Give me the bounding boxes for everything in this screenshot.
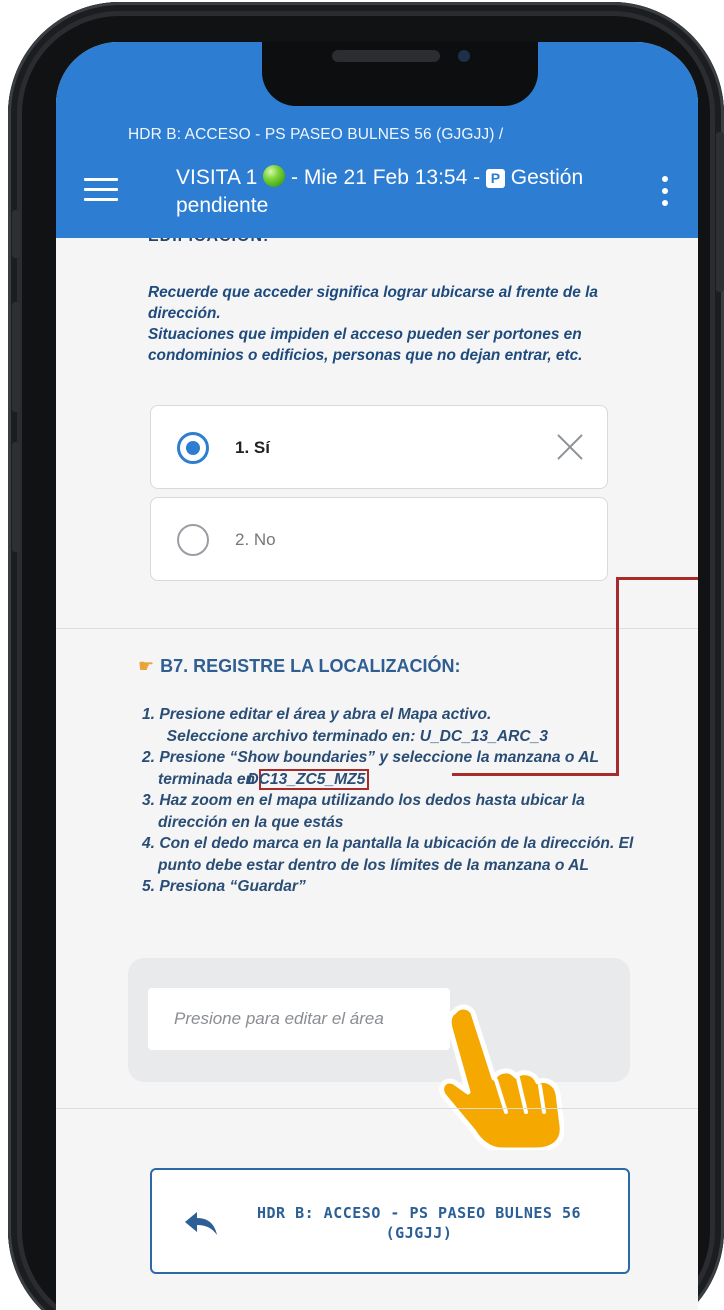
radio-selected-icon[interactable] (177, 432, 209, 464)
more-options-icon[interactable] (662, 176, 668, 206)
step-2: 2. Presione “Show boundaries” y seleccio… (142, 749, 599, 790)
notch (262, 42, 538, 106)
power-button (716, 132, 724, 292)
step-1: 1. Presione editar el área y abra el Map… (142, 706, 548, 745)
volume-up-button (12, 302, 20, 412)
option-si[interactable]: 1. Sí (150, 405, 608, 489)
visit-label: VISITA 1 (176, 166, 258, 189)
edit-area-input[interactable]: Presione para editar el área (148, 988, 450, 1050)
question-note: Recuerde que acceder significa lograr ub… (148, 282, 638, 366)
section-divider (56, 1108, 698, 1109)
volume-down-button (12, 442, 20, 552)
section-title-b7: ☛ B7. REGISTRE LA LOCALIZACIÓN: (138, 656, 461, 676)
pointing-hand-icon: ☛ (138, 656, 155, 676)
reply-arrow-icon (185, 1212, 217, 1235)
breadcrumb[interactable]: HDR B: ACCESO - PS PASEO BULNES 56 (GJGJ… (128, 126, 503, 144)
step-4: 4. Con el dedo marca en la pantalla la u… (142, 835, 634, 874)
callout-line (616, 577, 698, 580)
radio-unselected-icon[interactable] (177, 524, 209, 556)
status-dot-icon (263, 165, 286, 187)
phone-frame: HDR B: ACCESO - PS PASEO BULNES 56 (GJGJ… (8, 2, 724, 1310)
section-divider (56, 628, 698, 629)
step-3: 3. Haz zoom en el mapa utilizando los de… (142, 792, 585, 831)
option-no[interactable]: 2. No (150, 497, 608, 581)
step-5: 5. Presiona “Guardar” (142, 878, 306, 895)
mute-switch (12, 210, 20, 258)
speaker-grille (332, 50, 440, 62)
note-line: Situaciones que impiden el acceso pueden… (148, 326, 583, 364)
visit-date: - Mie 21 Feb 13:54 - (291, 166, 481, 189)
tap-hand-icon (439, 1004, 564, 1150)
highlighted-code: DC13_ZC5_MZ5 (247, 768, 370, 790)
page-title: VISITA 1 - Mie 21 Feb 13:54 - P Gestión … (176, 164, 646, 220)
screen: HDR B: ACCESO - PS PASEO BULNES 56 (GJGJ… (56, 42, 698, 1310)
back-to-section-button[interactable]: HDR B: ACCESO - PS PASEO BULNES 56 (GJGJ… (150, 1168, 630, 1274)
option-label: 2. No (235, 530, 276, 549)
option-label: 1. Sí (235, 438, 270, 457)
front-camera (458, 50, 470, 62)
instructions-list: 1. Presione editar el área y abra el Map… (142, 704, 642, 898)
note-line: Recuerde que acceder significa lograr ub… (148, 284, 598, 322)
status-badge: P (485, 169, 505, 188)
back-button-label: HDR B: ACCESO - PS PASEO BULNES 56 (GJGJ… (256, 1204, 582, 1242)
form-content[interactable]: EDIFICACIÓN: Recuerde que acceder signif… (56, 228, 698, 1310)
clear-selection-icon[interactable] (555, 432, 585, 462)
hamburger-menu-icon[interactable] (84, 178, 118, 204)
